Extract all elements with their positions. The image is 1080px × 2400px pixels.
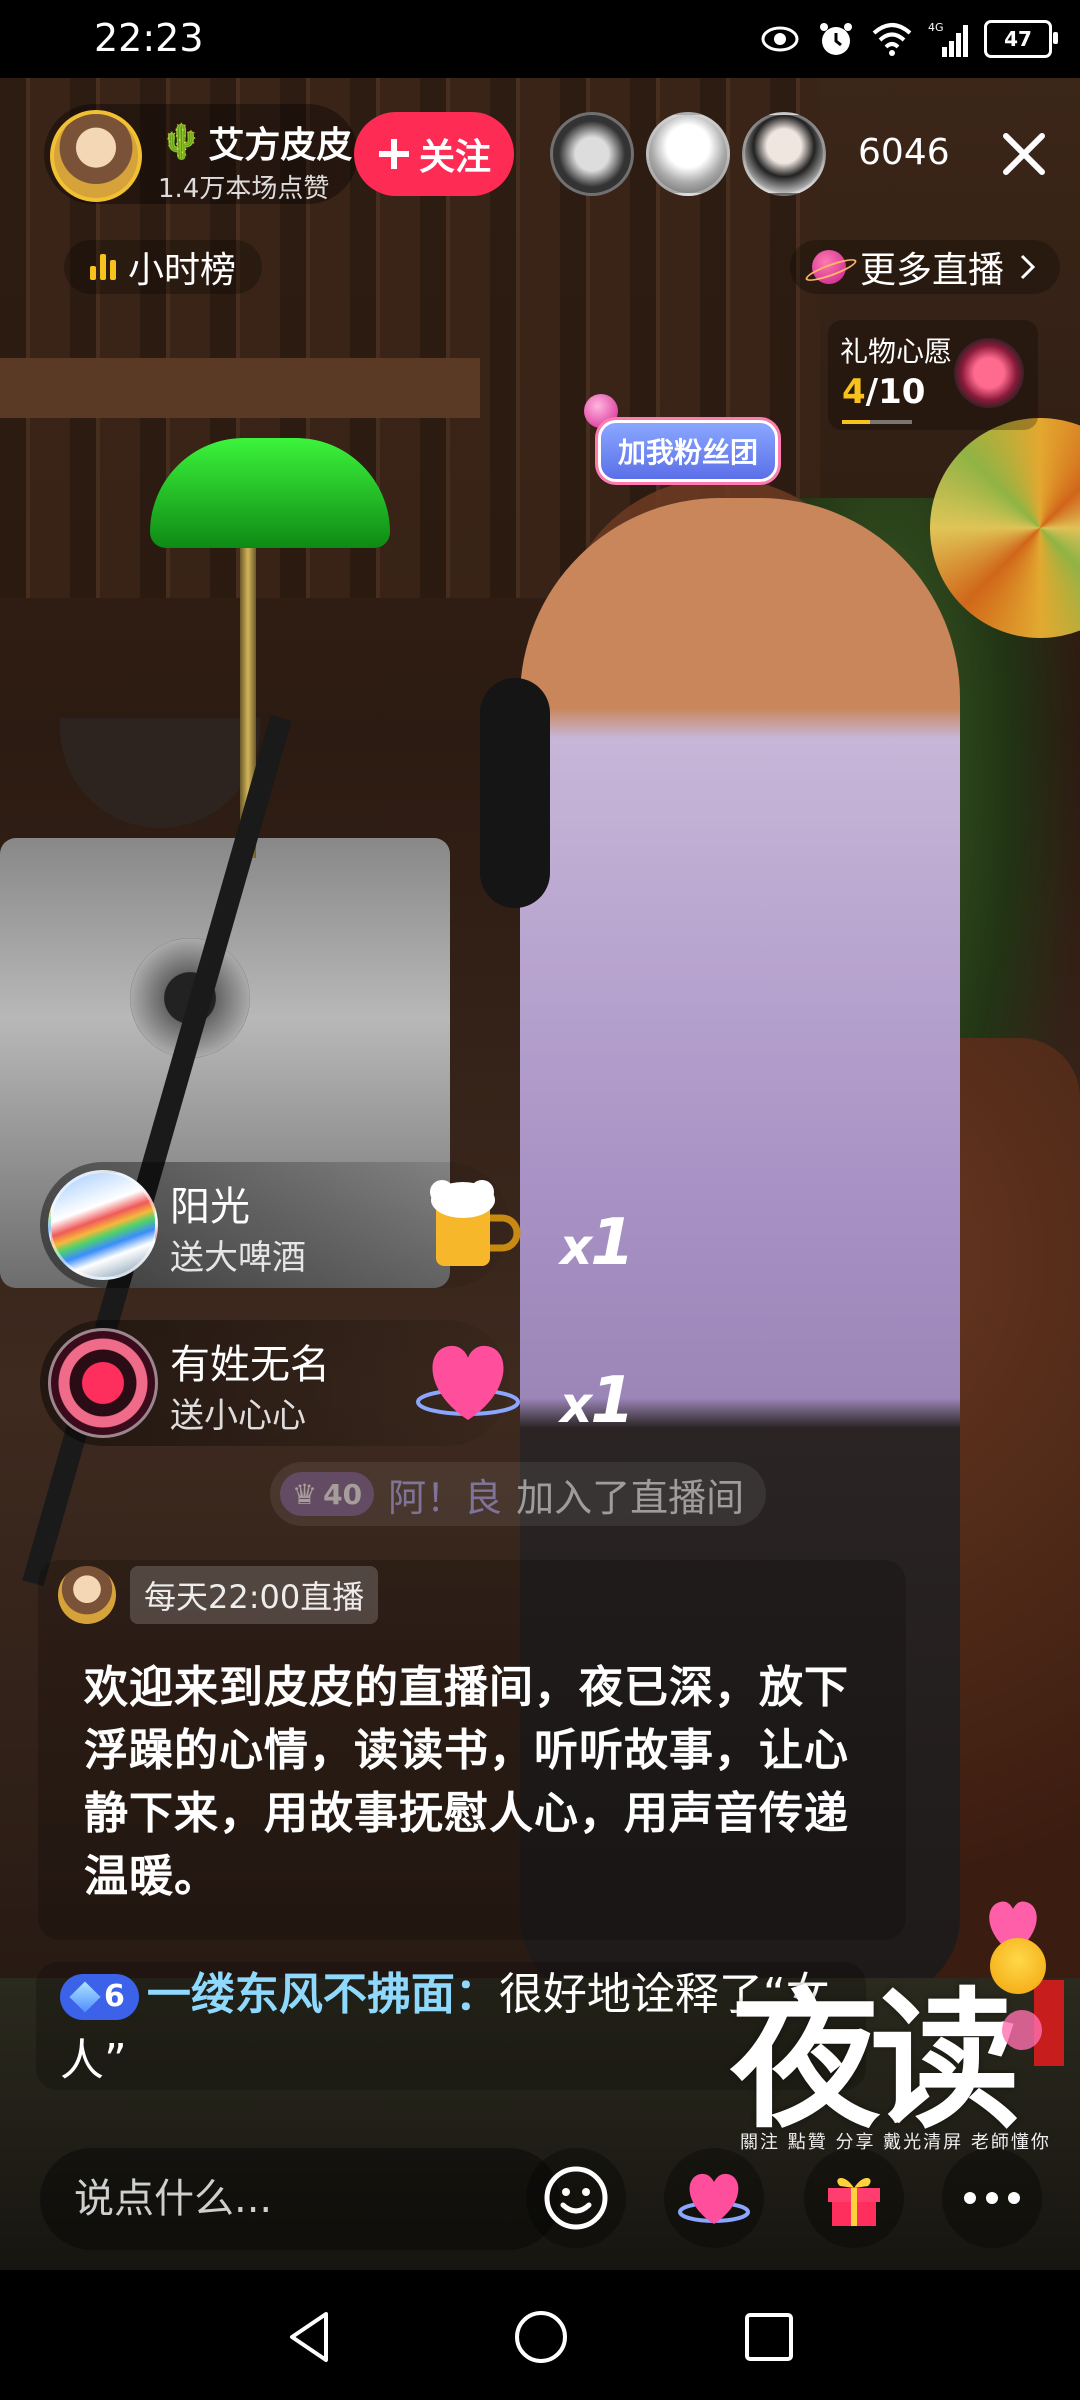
- gift-sender-name: 阳光: [170, 1184, 250, 1230]
- laughing-emoji-icon: [990, 1938, 1046, 1994]
- host-name-row[interactable]: 🌵 艾方皮皮: [160, 116, 352, 168]
- user-level: 40: [323, 1477, 363, 1511]
- gift-wish-progress: [842, 420, 912, 424]
- gift-sender-name: 有姓无名: [170, 1342, 330, 1388]
- host-name: 艾方皮皮: [208, 125, 353, 166]
- more-dots-icon: [964, 2192, 1020, 2204]
- svg-text:4G: 4G: [928, 21, 944, 34]
- more-live-label: 更多直播: [859, 250, 1004, 291]
- follow-label: 关注: [418, 137, 491, 178]
- gift-notification: 有姓无名 送小心心: [40, 1320, 520, 1446]
- host-avatar[interactable]: [50, 110, 142, 202]
- gift-description: 送大啤酒: [170, 1238, 306, 1278]
- more-live-button[interactable]: 更多直播: [789, 240, 1060, 294]
- signal-4g-icon: 4G: [928, 21, 968, 57]
- live-schedule: 每天22:00直播: [130, 1566, 379, 1624]
- more-button[interactable]: [942, 2148, 1042, 2248]
- night-reading-logo: 夜读: [730, 1973, 1020, 2149]
- eye-icon: [761, 26, 799, 52]
- recents-square-icon: [745, 2313, 793, 2361]
- gift-count: 1: [590, 1364, 635, 1438]
- floating-bubble-icon: [1002, 2010, 1042, 2050]
- crown-icon: ♛: [292, 1477, 318, 1511]
- top-viewer-avatar[interactable]: [550, 112, 634, 196]
- fan-level-badge: 6: [60, 1974, 139, 2020]
- gift-description: 送小心心: [170, 1396, 306, 1436]
- home-circle-icon: [515, 2311, 567, 2363]
- chevron-right-icon: [1020, 254, 1036, 280]
- cactus-icon: 🌵: [160, 122, 203, 162]
- battery-icon: 47: [984, 20, 1058, 58]
- rank-bars-icon: [90, 254, 116, 280]
- hourly-rank-label: 小时榜: [128, 250, 237, 291]
- bouquet-icon: [954, 338, 1024, 408]
- gift-wish-total: 10: [878, 372, 926, 412]
- gift-wish-current: 4: [842, 372, 866, 412]
- diamond-icon: [69, 1981, 101, 2013]
- battery-level: 47: [1004, 27, 1032, 51]
- gift-sender-avatar[interactable]: [48, 1328, 158, 1438]
- status-icons: 4G 47: [760, 14, 1058, 64]
- close-icon[interactable]: [994, 124, 1054, 184]
- emoji-button[interactable]: [526, 2148, 626, 2248]
- host-likes: 1.4万本场点赞: [158, 174, 330, 204]
- bowl: [60, 718, 260, 828]
- comment-user[interactable]: 一缕东风不拂面：: [147, 1969, 499, 2020]
- plus-icon: [378, 139, 409, 169]
- gift-notification: 阳光 送大啤酒: [40, 1162, 521, 1288]
- heart-ring-icon: [678, 2173, 750, 2224]
- comment-input[interactable]: [40, 2148, 560, 2250]
- gift-button[interactable]: [804, 2148, 904, 2248]
- back-button[interactable]: [274, 2302, 344, 2372]
- top-viewer-avatar[interactable]: [742, 112, 826, 196]
- recents-button[interactable]: [734, 2302, 804, 2372]
- user-level-badge: ♛ 40: [280, 1472, 375, 1516]
- gift-wish-count: 4/10: [842, 372, 926, 412]
- gift-count: 1: [590, 1206, 635, 1280]
- top-viewer-avatar[interactable]: [646, 112, 730, 196]
- planet-icon: [811, 250, 846, 284]
- gift-wish-progress-fill: [842, 420, 870, 424]
- gift-sender-avatar[interactable]: [48, 1170, 158, 1280]
- status-bar: 22:23 4G 47: [0, 0, 1080, 78]
- announcement-host-avatar: [58, 1566, 116, 1624]
- shelf-board: [0, 358, 480, 418]
- gift-wish-title: 礼物心愿: [840, 335, 953, 368]
- fan-level: 6: [104, 1979, 125, 2014]
- viewer-count[interactable]: 6046: [858, 132, 950, 173]
- system-nav-bar: [0, 2270, 1080, 2400]
- small-heart-icon: [416, 1345, 520, 1420]
- back-triangle-icon: [290, 2312, 328, 2362]
- follow-button[interactable]: 关注: [354, 112, 514, 196]
- gift-multiplier: x1: [560, 1206, 635, 1280]
- like-button[interactable]: [664, 2148, 764, 2248]
- home-button[interactable]: [506, 2302, 576, 2372]
- wifi-icon: [872, 23, 912, 56]
- alarm-icon: [820, 23, 852, 55]
- gift-box-icon: [828, 2177, 880, 2226]
- smiley-icon: [544, 2166, 608, 2230]
- gift-multiplier: x1: [560, 1364, 635, 1438]
- fan-club-tag[interactable]: 加我粉丝团: [598, 420, 778, 482]
- beer-mug-icon: [430, 1180, 521, 1266]
- announcement-header: 每天22:00直播: [58, 1566, 379, 1624]
- join-user-name: 阿！良: [388, 1475, 503, 1520]
- announcement-text: 欢迎来到皮皮的直播间，夜已深，放下浮躁的心情，读读书，听听故事，让心静下来，用故…: [84, 1662, 849, 1902]
- join-action: 加入了直播间: [516, 1475, 745, 1520]
- status-time: 22:23: [94, 16, 204, 60]
- join-notification: ♛ 40 阿！良 加入了直播间: [270, 1462, 767, 1526]
- microphone: [480, 678, 550, 908]
- hourly-rank-button[interactable]: 小时榜: [64, 240, 263, 294]
